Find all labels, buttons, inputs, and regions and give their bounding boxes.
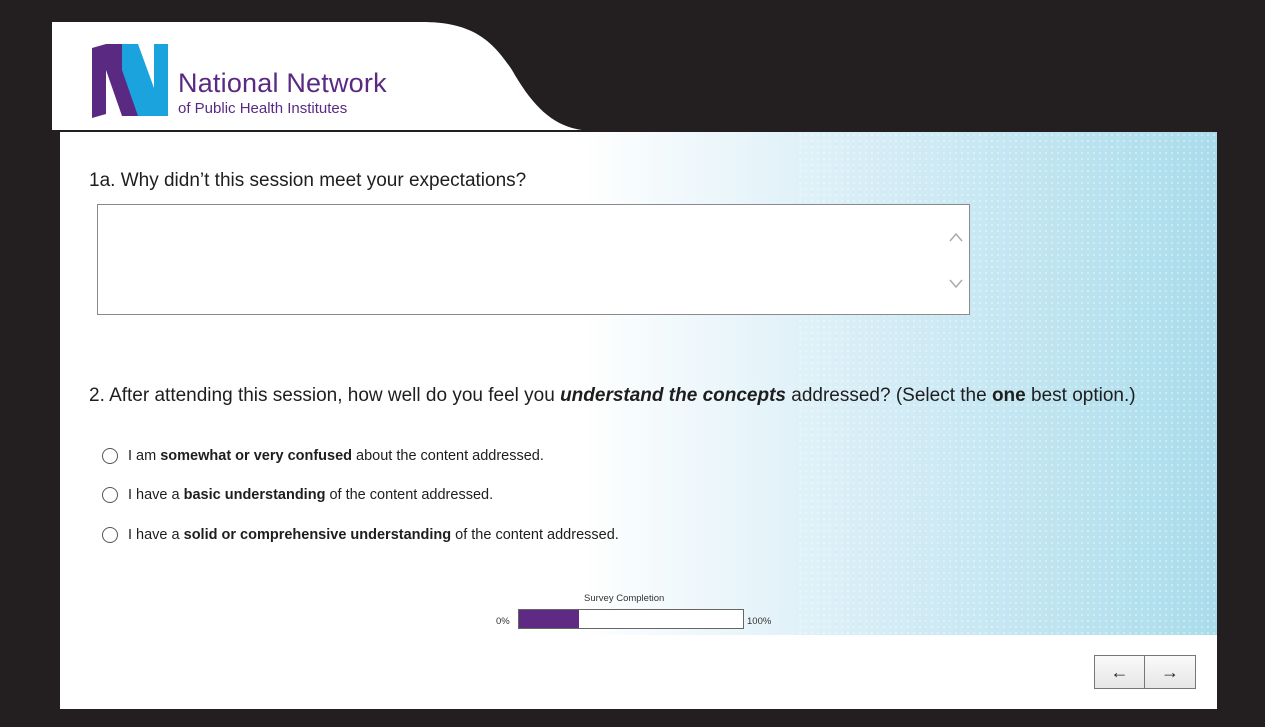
logo-title: National Network (178, 68, 387, 98)
navigation-buttons: ← → (1094, 655, 1196, 689)
option-confused[interactable]: I am somewhat or very confused about the… (102, 448, 544, 464)
logo-subtitle: of Public Health Institutes (178, 100, 348, 117)
option-text: of the content addressed. (325, 487, 494, 503)
question-1-textarea-container (97, 204, 970, 315)
question-2-part3: best option.) (1025, 385, 1136, 406)
question-2-text: 2. After attending this session, how wel… (89, 384, 1179, 407)
progress-title: Survey Completion (584, 593, 665, 604)
option-text: I am (128, 448, 161, 464)
question-2-bold: one (991, 385, 1026, 406)
survey-content: 1a. Why didn’t this session meet your ex… (60, 132, 1217, 635)
radio-solid[interactable] (102, 527, 118, 543)
question-2-part2: addressed? (Select the (785, 385, 992, 406)
scroll-up-icon (949, 232, 963, 242)
question-2-emphasis: understand the concepts (560, 385, 786, 406)
logo-mark-icon (92, 44, 168, 118)
next-button[interactable]: → (1145, 655, 1196, 689)
option-text: of the content addressed. (451, 527, 619, 543)
option-bold: basic understanding (183, 487, 326, 503)
option-label: I am somewhat or very confused about the… (128, 448, 544, 464)
survey-progress-fill (519, 610, 580, 628)
option-text: I have a (128, 487, 184, 503)
textarea-scrollbar[interactable] (947, 227, 965, 297)
survey-progress-bar (518, 609, 744, 629)
survey-footer: ← → (60, 635, 1217, 709)
scroll-down-icon (949, 279, 963, 289)
question-2-part1: 2. After attending this session, how wel… (89, 385, 561, 406)
progress-max-label: 100% (747, 616, 772, 627)
option-basic[interactable]: I have a basic understanding of the cont… (102, 487, 493, 503)
progress-min-label: 0% (496, 616, 510, 627)
radio-confused[interactable] (102, 448, 118, 464)
option-label: I have a solid or comprehensive understa… (128, 527, 619, 543)
radio-basic[interactable] (102, 487, 118, 503)
option-label: I have a basic understanding of the cont… (128, 487, 493, 503)
back-button[interactable]: ← (1094, 655, 1145, 689)
option-bold: solid or comprehensive understanding (183, 527, 452, 543)
question-1-answer-input[interactable] (98, 205, 969, 314)
option-text: about the content addressed. (352, 448, 544, 464)
option-text: I have a (128, 527, 184, 543)
question-1-text: 1a. Why didn’t this session meet your ex… (89, 170, 527, 191)
nnphi-logo: National Network of Public Health Instit… (92, 44, 422, 124)
option-solid[interactable]: I have a solid or comprehensive understa… (102, 527, 619, 543)
option-bold: somewhat or very confused (160, 448, 353, 464)
